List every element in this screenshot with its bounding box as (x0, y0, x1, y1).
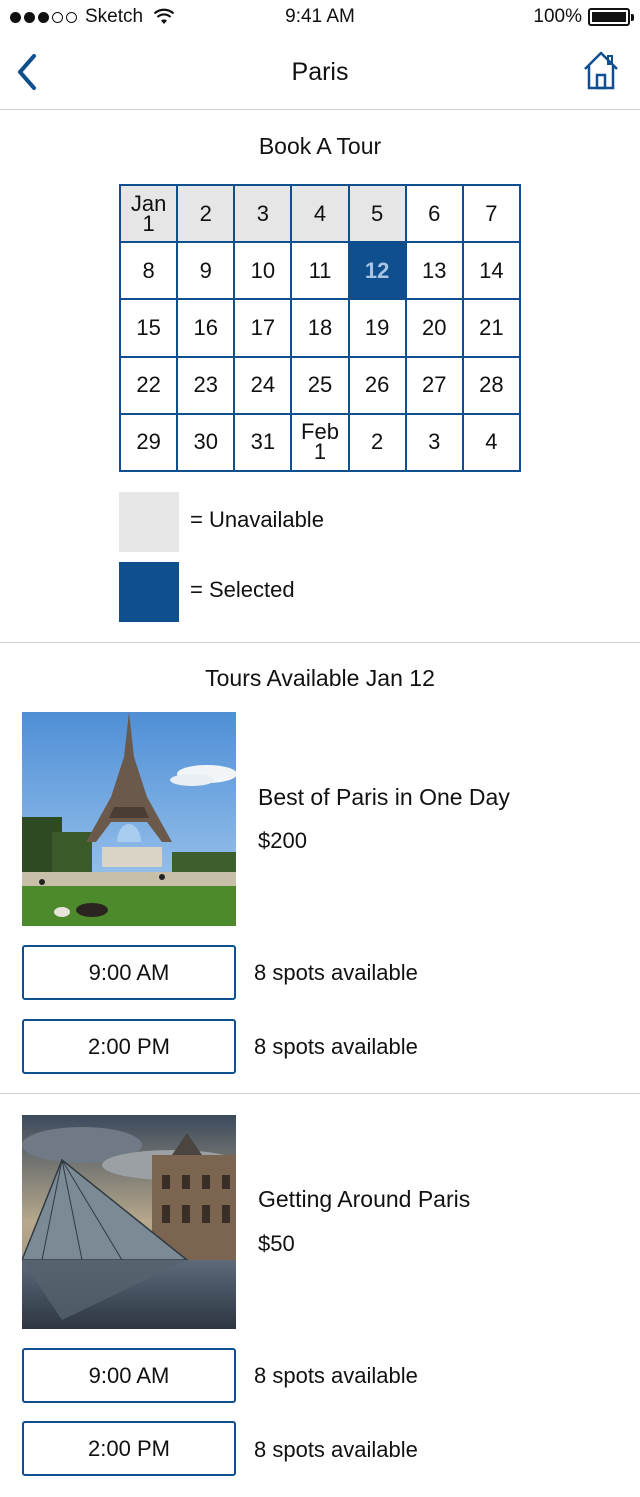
calendar-title: Book A Tour (258, 133, 382, 159)
tour-image-louvre[interactable] (22, 1115, 236, 1329)
time-slot-button[interactable]: 2:00 PM (22, 1019, 236, 1074)
spots-available: 8 spots available (254, 960, 418, 985)
calendar-day-available[interactable]: 25 (291, 356, 349, 414)
time-slot-button[interactable]: 2:00 PM (22, 1421, 236, 1476)
home-icon[interactable] (582, 50, 620, 92)
time-slot-button[interactable]: 9:00 AM (22, 945, 236, 1000)
calendar-day-available[interactable]: 4 (462, 413, 520, 471)
calendar-day-available[interactable]: 6 (405, 185, 463, 243)
legend-unavailable-label: = Unavailable (190, 507, 324, 532)
calendar-day-available[interactable]: 21 (462, 299, 520, 357)
calendar-day-available[interactable]: 7 (462, 185, 520, 243)
status-bar: Sketch 9:41 AM 100% (0, 0, 640, 36)
calendar-day-available[interactable]: 22 (120, 356, 178, 414)
calendar-day-available[interactable]: 14 (462, 242, 520, 300)
calendar-day-available[interactable]: 11 (291, 242, 349, 300)
calendar-day-available[interactable]: 17 (234, 299, 292, 357)
calendar-day-available[interactable]: 8 (120, 242, 178, 300)
calendar-day-selected[interactable]: 12 (348, 242, 406, 300)
tours-section-title: Tours Available Jan 12 (205, 665, 435, 691)
calendar-day-available[interactable]: 16 (177, 299, 235, 357)
calendar-day-available[interactable]: 24 (234, 356, 292, 414)
tour-image-eiffel-tower[interactable] (22, 712, 236, 926)
battery-icon (588, 8, 634, 26)
calendar-day-available[interactable]: Feb 1 (291, 413, 349, 471)
calendar-day-available[interactable]: 31 (234, 413, 292, 471)
page-title: Paris (291, 58, 349, 86)
calendar-day-available[interactable]: 10 (234, 242, 292, 300)
calendar-day-available[interactable]: 15 (120, 299, 178, 357)
calendar-day-available[interactable]: 2 (348, 413, 406, 471)
calendar-day-unavailable: 3 (234, 185, 292, 243)
battery-percent: 100% (533, 6, 582, 27)
calendar-day-available[interactable]: 9 (177, 242, 235, 300)
tour-name: Getting Around Paris (258, 1186, 471, 1212)
divider (0, 642, 640, 643)
calendar-day-unavailable: 4 (291, 185, 349, 243)
calendar-day-unavailable: 2 (177, 185, 235, 243)
calendar-day-available[interactable]: 30 (177, 413, 235, 471)
calendar-day-available[interactable]: 23 (177, 356, 235, 414)
spots-available: 8 spots available (254, 1437, 418, 1462)
calendar-grid: Jan 1 2 3 4 5 6 7 8 9 10 11 12 13 14 15 16 17 18 19 20 21 22 2… (119, 184, 521, 472)
louvre-pyramid-photo (22, 1115, 236, 1329)
calendar-day-available[interactable]: 28 (462, 356, 520, 414)
spots-available: 8 spots available (254, 1363, 418, 1388)
calendar-day-available[interactable]: 27 (405, 356, 463, 414)
legend-unavailable-swatch (119, 492, 179, 552)
calendar-day-available[interactable]: 26 (348, 356, 406, 414)
tour-price: $200 (258, 828, 307, 853)
calendar-day-unavailable: 5 (348, 185, 406, 243)
tour-price: $50 (258, 1231, 295, 1256)
calendar-day-available[interactable]: 19 (348, 299, 406, 357)
status-right: 100% (533, 6, 634, 28)
legend-selected-label: = Selected (190, 577, 295, 602)
calendar-day-available[interactable]: 13 (405, 242, 463, 300)
nav-bar: Paris (0, 36, 640, 110)
calendar-day-unavailable: Jan 1 (120, 185, 178, 243)
calendar-day-available[interactable]: 20 (405, 299, 463, 357)
time-slot-button[interactable]: 9:00 AM (22, 1348, 236, 1403)
calendar-day-available[interactable]: 29 (120, 413, 178, 471)
calendar-day-available[interactable]: 18 (291, 299, 349, 357)
tour-name: Best of Paris in One Day (258, 784, 510, 810)
legend-selected-swatch (119, 562, 179, 622)
eiffel-tower-photo (22, 712, 236, 926)
divider (0, 1093, 640, 1094)
calendar-day-available[interactable]: 3 (405, 413, 463, 471)
spots-available: 8 spots available (254, 1034, 418, 1059)
